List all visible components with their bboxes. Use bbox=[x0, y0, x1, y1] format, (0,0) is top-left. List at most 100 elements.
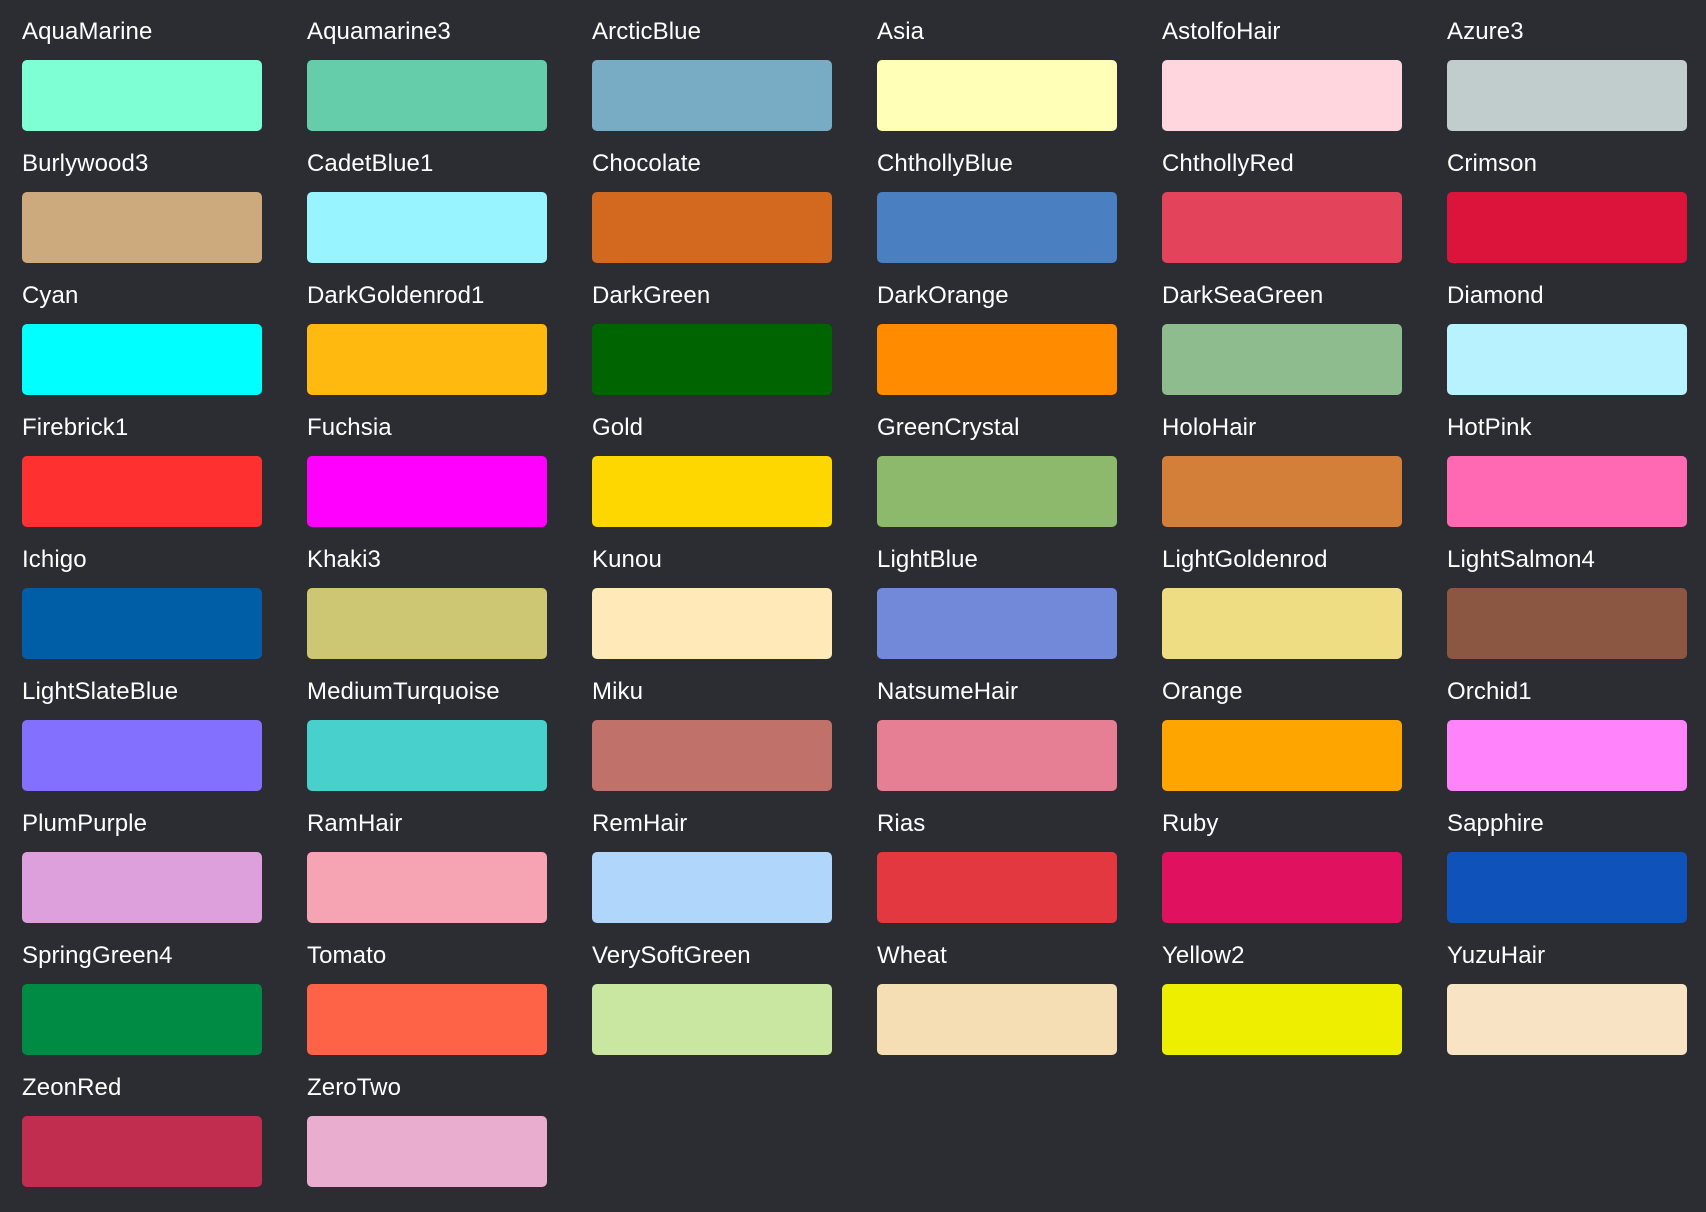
color-swatch-card[interactable]: Orange bbox=[1162, 660, 1402, 792]
color-swatch-card[interactable]: Crimson bbox=[1447, 132, 1687, 264]
color-chip[interactable] bbox=[1447, 60, 1687, 131]
color-chip[interactable] bbox=[22, 720, 262, 791]
color-swatch-card[interactable]: LightBlue bbox=[877, 528, 1117, 660]
color-swatch-card[interactable]: RemHair bbox=[592, 792, 832, 924]
color-swatch-card[interactable]: Miku bbox=[592, 660, 832, 792]
color-swatch-card[interactable]: MediumTurquoise bbox=[307, 660, 547, 792]
color-chip[interactable] bbox=[307, 192, 547, 263]
color-swatch-card[interactable]: Cyan bbox=[22, 264, 262, 396]
color-swatch-card[interactable]: Diamond bbox=[1447, 264, 1687, 396]
color-chip[interactable] bbox=[1162, 588, 1402, 659]
color-swatch-card[interactable]: Kunou bbox=[592, 528, 832, 660]
color-swatch-card[interactable]: Tomato bbox=[307, 924, 547, 1056]
color-chip[interactable] bbox=[1447, 852, 1687, 923]
color-chip[interactable] bbox=[1447, 192, 1687, 263]
color-swatch-card[interactable]: YuzuHair bbox=[1447, 924, 1687, 1056]
color-swatch-card[interactable]: AquaMarine bbox=[22, 0, 262, 132]
color-swatch-card[interactable]: Aquamarine3 bbox=[307, 0, 547, 132]
color-swatch-card[interactable]: Ichigo bbox=[22, 528, 262, 660]
color-chip[interactable] bbox=[1447, 324, 1687, 395]
color-chip[interactable] bbox=[22, 588, 262, 659]
color-chip[interactable] bbox=[592, 324, 832, 395]
color-swatch-card[interactable]: Burlywood3 bbox=[22, 132, 262, 264]
color-chip[interactable] bbox=[1447, 720, 1687, 791]
color-swatch-card[interactable]: ZeroTwo bbox=[307, 1056, 547, 1188]
color-chip[interactable] bbox=[307, 588, 547, 659]
color-swatch-card[interactable]: ChthollyRed bbox=[1162, 132, 1402, 264]
color-chip[interactable] bbox=[592, 60, 832, 131]
color-swatch-card[interactable]: DarkGreen bbox=[592, 264, 832, 396]
color-swatch-card[interactable]: PlumPurple bbox=[22, 792, 262, 924]
color-swatch-card[interactable]: Khaki3 bbox=[307, 528, 547, 660]
color-chip[interactable] bbox=[22, 852, 262, 923]
color-chip[interactable] bbox=[877, 984, 1117, 1055]
color-swatch-card[interactable]: CadetBlue1 bbox=[307, 132, 547, 264]
color-chip[interactable] bbox=[592, 588, 832, 659]
color-swatch-card[interactable]: HotPink bbox=[1447, 396, 1687, 528]
color-chip[interactable] bbox=[877, 720, 1117, 791]
color-swatch-card[interactable]: DarkSeaGreen bbox=[1162, 264, 1402, 396]
color-chip[interactable] bbox=[877, 192, 1117, 263]
color-chip[interactable] bbox=[592, 192, 832, 263]
color-swatch-card[interactable]: GreenCrystal bbox=[877, 396, 1117, 528]
color-chip[interactable] bbox=[1162, 984, 1402, 1055]
color-chip[interactable] bbox=[307, 60, 547, 131]
color-chip[interactable] bbox=[307, 1116, 547, 1187]
color-chip[interactable] bbox=[22, 324, 262, 395]
color-chip[interactable] bbox=[592, 720, 832, 791]
color-chip[interactable] bbox=[877, 852, 1117, 923]
color-swatch-card[interactable]: DarkOrange bbox=[877, 264, 1117, 396]
color-swatch-card[interactable]: Yellow2 bbox=[1162, 924, 1402, 1056]
color-chip[interactable] bbox=[1162, 60, 1402, 131]
color-swatch-card[interactable]: Ruby bbox=[1162, 792, 1402, 924]
color-swatch-card[interactable]: Asia bbox=[877, 0, 1117, 132]
color-chip[interactable] bbox=[1162, 720, 1402, 791]
color-swatch-card[interactable]: Sapphire bbox=[1447, 792, 1687, 924]
color-swatch-card[interactable]: LightSalmon4 bbox=[1447, 528, 1687, 660]
color-swatch-card[interactable]: Gold bbox=[592, 396, 832, 528]
color-swatch-card[interactable]: Chocolate bbox=[592, 132, 832, 264]
color-chip[interactable] bbox=[22, 192, 262, 263]
color-chip[interactable] bbox=[877, 324, 1117, 395]
color-swatch-card[interactable]: VerySoftGreen bbox=[592, 924, 832, 1056]
color-swatch-card[interactable]: Fuchsia bbox=[307, 396, 547, 528]
color-chip[interactable] bbox=[307, 852, 547, 923]
color-chip[interactable] bbox=[1162, 852, 1402, 923]
color-swatch-card[interactable]: ChthollyBlue bbox=[877, 132, 1117, 264]
color-swatch-card[interactable]: ZeonRed bbox=[22, 1056, 262, 1188]
color-chip[interactable] bbox=[877, 456, 1117, 527]
color-chip[interactable] bbox=[22, 984, 262, 1055]
color-swatch-card[interactable]: RamHair bbox=[307, 792, 547, 924]
color-chip[interactable] bbox=[592, 456, 832, 527]
color-swatch-card[interactable]: HoloHair bbox=[1162, 396, 1402, 528]
color-swatch-card[interactable]: NatsumeHair bbox=[877, 660, 1117, 792]
color-swatch-card[interactable]: ArcticBlue bbox=[592, 0, 832, 132]
color-swatch-card[interactable]: LightSlateBlue bbox=[22, 660, 262, 792]
color-swatch-card[interactable]: Orchid1 bbox=[1447, 660, 1687, 792]
color-swatch-card[interactable]: Firebrick1 bbox=[22, 396, 262, 528]
color-chip[interactable] bbox=[1162, 192, 1402, 263]
color-swatch-card[interactable]: SpringGreen4 bbox=[22, 924, 262, 1056]
color-swatch-card[interactable]: AstolfoHair bbox=[1162, 0, 1402, 132]
color-chip[interactable] bbox=[22, 1116, 262, 1187]
color-chip[interactable] bbox=[307, 456, 547, 527]
color-chip[interactable] bbox=[307, 720, 547, 791]
color-swatch-card[interactable]: LightGoldenrod bbox=[1162, 528, 1402, 660]
color-chip[interactable] bbox=[1447, 456, 1687, 527]
color-chip[interactable] bbox=[307, 324, 547, 395]
color-chip[interactable] bbox=[307, 984, 547, 1055]
color-chip[interactable] bbox=[1447, 984, 1687, 1055]
color-chip[interactable] bbox=[877, 60, 1117, 131]
color-chip[interactable] bbox=[22, 456, 262, 527]
color-chip[interactable] bbox=[1162, 324, 1402, 395]
color-chip[interactable] bbox=[1162, 456, 1402, 527]
color-swatch-card[interactable]: Azure3 bbox=[1447, 0, 1687, 132]
color-chip[interactable] bbox=[877, 588, 1117, 659]
color-swatch-card[interactable]: Wheat bbox=[877, 924, 1117, 1056]
color-chip[interactable] bbox=[22, 60, 262, 131]
color-chip[interactable] bbox=[1447, 588, 1687, 659]
color-swatch-card[interactable]: Rias bbox=[877, 792, 1117, 924]
color-chip[interactable] bbox=[592, 852, 832, 923]
color-swatch-card[interactable]: DarkGoldenrod1 bbox=[307, 264, 547, 396]
color-chip[interactable] bbox=[592, 984, 832, 1055]
